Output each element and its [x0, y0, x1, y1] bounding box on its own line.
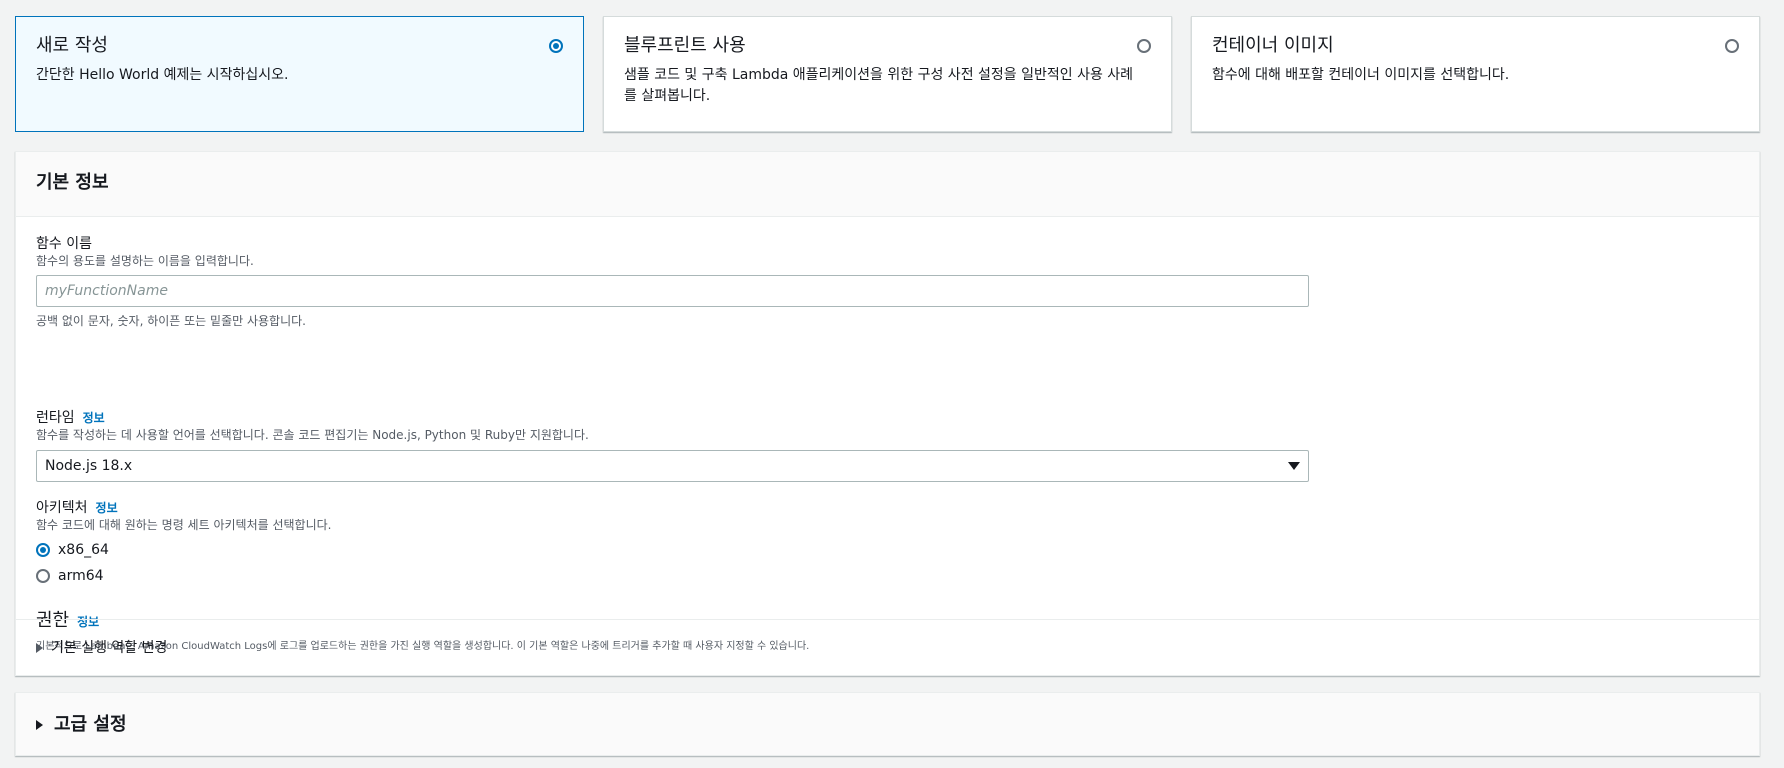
architecture-label-row: 아키텍처 정보 [36, 499, 1336, 517]
architecture-label: 아키텍처 [36, 500, 88, 516]
function-name-field: 함수 이름 함수의 용도를 설명하는 이름을 입력합니다. 공백 없이 문자, … [36, 235, 1336, 329]
basic-info-panel: 기본 정보 함수 이름 함수의 용도를 설명하는 이름을 입력합니다. 공백 없… [15, 151, 1760, 676]
change-execution-role-expander[interactable]: 기본 실행 역할 변경 [16, 619, 1759, 675]
advanced-settings-expander[interactable]: 고급 설정 [15, 692, 1760, 756]
architecture-description: 함수 코드에 대해 원하는 명령 세트 아키텍처를 선택합니다. [36, 518, 332, 532]
option-radio-button[interactable] [549, 39, 563, 53]
architecture-field: 아키텍처 정보 함수 코드에 대해 원하는 명령 세트 아키텍처를 선택합니다. … [36, 499, 1336, 585]
architecture-option-x86-64[interactable]: x86_64 [36, 541, 1336, 559]
option-title: 블루프린트 사용 [624, 35, 746, 56]
radio-label: x86_64 [58, 542, 109, 558]
caret-right-icon [36, 720, 43, 730]
runtime-selected-value: Node.js 18.x [45, 458, 133, 474]
option-description: 간단한 Hello World 예제는 시작하십시오. [36, 67, 289, 83]
runtime-label-row: 런타임 정보 [36, 409, 1336, 427]
radio-button[interactable] [36, 569, 50, 583]
option-title: 새로 작성 [36, 35, 108, 56]
option-radio-button[interactable] [1725, 39, 1739, 53]
option-description: 샘플 코드 및 구축 Lambda 애플리케이션을 위한 구성 사전 설정을 일… [624, 67, 1134, 104]
option-description: 함수에 대해 배포할 컨테이너 이미지를 선택합니다. [1212, 67, 1510, 83]
radio-button[interactable] [36, 543, 50, 557]
option-title: 컨테이너 이미지 [1212, 35, 1334, 56]
advanced-settings-label: 고급 설정 [54, 714, 127, 735]
expander-label: 기본 실행 역할 변경 [51, 640, 168, 656]
function-name-constraint: 공백 없이 문자, 숫자, 하이픈 또는 밑줄만 사용합니다. [36, 314, 306, 328]
architecture-info-link[interactable]: 정보 [96, 501, 118, 515]
runtime-label: 런타임 [36, 410, 75, 426]
caret-down-icon [1288, 462, 1300, 470]
function-name-description: 함수의 용도를 설명하는 이름을 입력합니다. [36, 254, 254, 268]
option-author-from-scratch[interactable]: 새로 작성 간단한 Hello World 예제는 시작하십시오. [15, 16, 584, 132]
radio-label: arm64 [58, 568, 104, 584]
option-radio-button[interactable] [1137, 39, 1151, 53]
function-name-label: 함수 이름 [36, 236, 92, 252]
option-use-blueprint[interactable]: 블루프린트 사용 샘플 코드 및 구축 Lambda 애플리케이션을 위한 구성… [603, 16, 1172, 132]
panel-title: 기본 정보 [16, 152, 1759, 217]
caret-right-icon [36, 643, 43, 653]
architecture-option-arm64[interactable]: arm64 [36, 567, 1336, 585]
option-container-image[interactable]: 컨테이너 이미지 함수에 대해 배포할 컨테이너 이미지를 선택합니다. [1191, 16, 1760, 132]
runtime-field: 런타임 정보 함수를 작성하는 데 사용할 언어를 선택합니다. 콘솔 코드 편집… [36, 409, 1336, 482]
create-function-page: 새로 작성 간단한 Hello World 예제는 시작하십시오. 블루프린트 … [0, 0, 1784, 768]
creation-options: 새로 작성 간단한 Hello World 예제는 시작하십시오. 블루프린트 … [15, 16, 1760, 132]
function-name-input[interactable] [36, 275, 1309, 307]
runtime-description: 함수를 작성하는 데 사용할 언어를 선택합니다. 콘솔 코드 편집기는 Nod… [36, 428, 589, 442]
runtime-info-link[interactable]: 정보 [83, 411, 105, 425]
runtime-select[interactable]: Node.js 18.x [36, 450, 1309, 482]
